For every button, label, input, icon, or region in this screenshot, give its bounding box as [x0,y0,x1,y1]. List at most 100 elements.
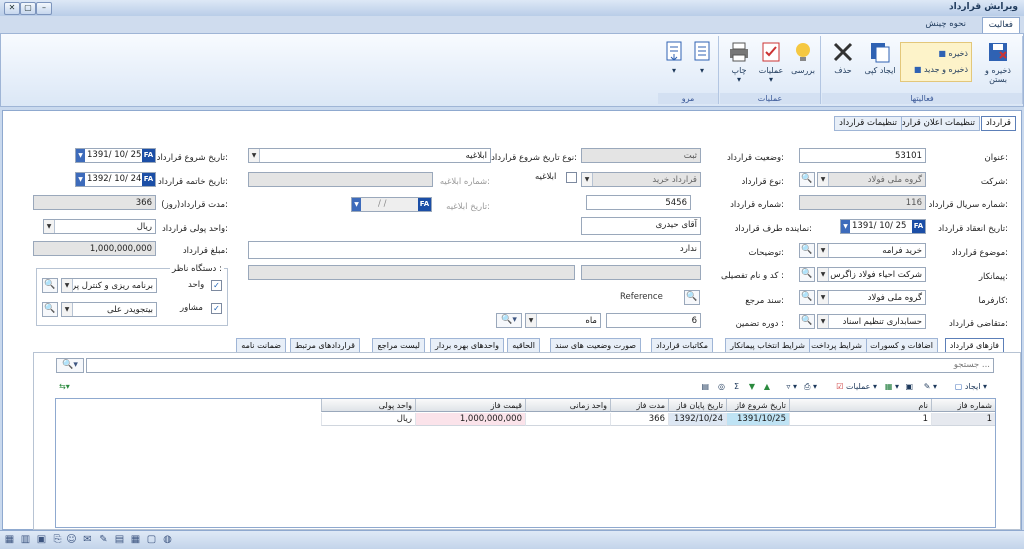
user-icon[interactable]: ☺ [66,534,77,545]
close-window-button[interactable]: ✕ [4,2,20,15]
view-toggle-button[interactable]: ◎ [718,381,725,393]
unit-checkbox[interactable]: ✓ [211,280,222,291]
table-row-cell[interactable]: ریال [321,413,415,426]
title-input[interactable]: 53101 [799,148,926,163]
create-copy-button[interactable]: ایجاد کپی [862,40,898,75]
subtab-operators[interactable]: واحدهای بهره بردار [429,338,504,353]
move-up-button[interactable]: ▲ [764,381,770,393]
table-row-cell[interactable]: 1392/10/24 [668,413,726,426]
currency-combo[interactable]: ▼ ریال [43,219,156,234]
employer-combo[interactable]: ▼ گروه ملی فولاد [817,290,926,305]
employer-search-button[interactable]: 🔍 [799,290,815,305]
edit-button[interactable]: ✎ ▾ [924,381,937,393]
table-row-cell[interactable] [525,413,610,426]
export-button[interactable]: ▦ ▾ [885,381,899,393]
subtab-appendix[interactable]: الحاقیه [507,338,540,353]
print-toolbar-button[interactable]: ⎙ ▾ [804,381,817,393]
page-icon[interactable]: ▢ [146,534,157,545]
form-tab-notice-settings[interactable]: تنظیمات اعلان قرارداد [890,116,980,131]
ribbon-tab-layout[interactable]: نحوه چینش [919,17,972,32]
ref-doc-search-button[interactable]: 🔍 [684,290,700,305]
operations-button[interactable]: عملیات ▾ [756,40,786,84]
subtab-references[interactable]: لیست مراجع [372,338,425,353]
save-new-button[interactable]: ■ ذخیره و جدید [914,63,968,76]
table-row-cell[interactable]: 1 [789,413,931,426]
advisor-checkbox[interactable]: ✓ [211,303,222,314]
table-row-cell[interactable]: 1,000,000,000 [415,413,525,426]
report-icon[interactable]: ▤ [114,534,125,545]
mail-icon[interactable]: ✉ [82,534,93,545]
unit-search-button[interactable]: 🔍 [42,278,58,293]
serial-input[interactable]: 116 [799,195,926,210]
print-button[interactable]: چاپ ▾ [724,40,754,84]
applicant-combo[interactable]: ▼ حسابداری تنظیم اسناد [817,314,926,329]
grid-search-input[interactable] [86,358,994,373]
type-combo[interactable]: ▼ قرارداد خرید [581,172,701,187]
operations-toolbar-button[interactable]: ☑ عملیات ▾ [836,381,877,393]
columns-button[interactable]: ▤ [701,381,709,393]
amount-input[interactable]: 1,000,000,000 [33,241,156,256]
duration-input[interactable]: 366 [33,195,156,210]
unit-combo[interactable]: ▼ برنامه ریزی و کنترل پروژ [61,278,157,293]
advisor-search-button[interactable]: 🔍 [42,302,58,317]
detail-code-input[interactable] [581,265,701,280]
attach-icon[interactable]: ⎘ [52,534,63,545]
lock-icon[interactable]: ▣ [36,534,47,545]
chart-icon[interactable]: ▥ [20,534,31,545]
notice-date-picker[interactable]: ▼ / / FA [351,197,432,212]
company-search-button[interactable]: 🔍 [799,172,815,187]
col-header-duration[interactable]: مدت فاز [610,399,668,412]
globe-icon[interactable]: ◍ [162,534,173,545]
company-combo[interactable]: ▼ گروه ملی فولاد [817,172,926,187]
applicant-search-button[interactable]: 🔍 [799,314,815,329]
grid-search-button[interactable]: 🔍▾ [56,358,84,373]
description-input[interactable]: ندارد [248,241,701,259]
move-down-button[interactable]: ▼ [749,381,755,393]
detail-name-input[interactable] [248,265,575,280]
advisor-combo[interactable]: ▼ بیتجویدر علی [61,302,157,317]
col-header-time-unit[interactable]: واحد زمانی [525,399,610,412]
guarantee-unit-combo[interactable]: ▼ ماه [525,313,601,328]
table-icon[interactable]: ▦ [130,534,141,545]
conclusion-date-picker[interactable]: ▼ 1391/ 10/ 25 FA [840,219,926,234]
subtab-correspondence[interactable]: مکاتبات قرارداد [651,338,713,353]
subtab-payment[interactable]: شرایط پرداخت [806,338,867,353]
grid-icon[interactable]: ▦ [4,534,15,545]
col-header-end-date[interactable]: تاریخ پایان فاز [668,399,726,412]
subject-search-button[interactable]: 🔍 [799,243,815,258]
contractor-search-button[interactable]: 🔍 [799,267,815,282]
col-header-phase-no[interactable]: شماره فاز [931,399,995,412]
related-docs-button[interactable]: ▾ [690,40,714,75]
subtab-additions[interactable]: اضافات و کسورات [865,338,938,353]
start-date-picker[interactable]: ▼ 1391/ 10/ 25 FA [75,148,156,163]
form-tab-contract-settings[interactable]: تنظیمات قرارداد [834,116,902,131]
start-type-combo[interactable]: ▼ ابلاغیه [248,148,491,163]
ribbon-tab-activity[interactable]: فعالیت [981,17,1020,33]
delete-button[interactable]: حذف [828,40,858,75]
review-button[interactable]: بررسی [788,40,818,75]
notice-checkbox[interactable] [566,172,577,183]
subtab-statements[interactable]: صورت وضعیت های سند [550,338,641,353]
related-list-button[interactable]: ▾ [662,40,686,75]
view-button[interactable]: ▣ [905,381,913,393]
filter-button[interactable]: ▿ ▾ [786,381,797,393]
col-header-currency[interactable]: واحد پولی [321,399,415,412]
col-header-price[interactable]: قیمت فاز [415,399,525,412]
create-button[interactable]: ▢ ایجاد ▾ [955,381,987,393]
status-input[interactable]: ثبت [581,148,701,163]
maximize-window-button[interactable]: ▢ [20,2,36,15]
subject-combo[interactable]: ▼ خرید فرامه [817,243,926,258]
guarantee-unit-search-button[interactable]: 🔍▾ [496,313,522,328]
sigma-button[interactable]: Σ [734,381,739,393]
guarantee-input[interactable]: 6 [606,313,701,328]
representative-input[interactable]: آقای حیدری [581,217,701,235]
refresh-icon[interactable]: ⇆▾ [59,381,70,393]
col-header-start-date[interactable]: تاریخ شروع فاز [726,399,789,412]
end-date-picker[interactable]: ▼ 1392/ 10/ 24 FA [75,172,156,187]
table-row-cell[interactable]: 1391/10/25 [726,413,789,426]
subtab-guarantee[interactable]: ضمانت نامه [236,338,286,353]
number-input[interactable]: 5456 [586,195,691,210]
subtab-selection[interactable]: شرایط انتخاب پیمانکار [725,338,810,353]
minimize-window-button[interactable]: – [36,2,52,15]
note-icon[interactable]: ✎ [98,534,109,545]
